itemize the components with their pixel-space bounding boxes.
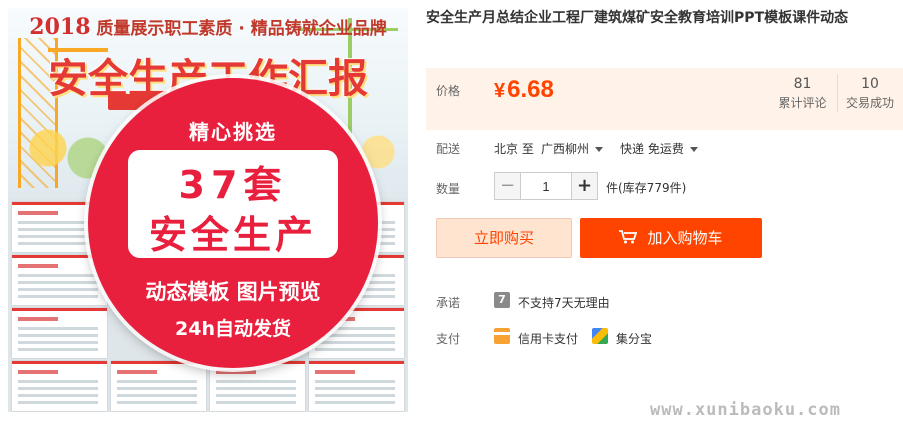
badge-top-text: 精心挑选 xyxy=(189,120,277,144)
slide-thumbnail xyxy=(111,361,206,411)
reviews-stat[interactable]: 81 累计评论 xyxy=(768,74,838,112)
chevron-down-icon xyxy=(595,147,604,152)
badge-pill: 37套 安全生产 xyxy=(128,150,338,258)
credit-card-payment[interactable]: 信用卡支付 xyxy=(518,330,578,347)
buy-now-button[interactable]: 立即购买 xyxy=(436,218,572,258)
quantity-label: 数量 xyxy=(436,182,461,196)
shipping-label: 配送 xyxy=(436,142,461,156)
payment-label: 支付 xyxy=(436,332,461,346)
promise-text[interactable]: 不支持7天无理由 xyxy=(518,294,610,311)
quantity-stepper: − + xyxy=(494,172,598,200)
add-to-cart-label: 加入购物车 xyxy=(647,229,723,247)
badge-pill-line2: 安全生产 xyxy=(148,213,317,257)
badge-line3: 动态模板 图片预览 xyxy=(145,280,321,304)
price-value: ¥6.68 xyxy=(494,76,554,104)
slide-thumbnail xyxy=(309,361,404,411)
jifenbao-icon xyxy=(592,328,608,344)
ship-to-select[interactable]: 广西柳州 xyxy=(541,140,604,157)
sales-count: 10 xyxy=(861,76,879,92)
image-headline-small: 2018 质量展示职工素质 · 精品铸就企业品牌 xyxy=(8,14,408,40)
ship-to-value: 广西柳州 xyxy=(541,142,590,156)
sales-label: 交易成功 xyxy=(845,96,894,110)
currency-symbol: ¥ xyxy=(494,80,506,102)
price-panel: 价格 ¥6.68 81 累计评论 10 交易成功 xyxy=(426,68,903,130)
sales-stat: 10 交易成功 xyxy=(840,74,900,112)
quantity-input[interactable] xyxy=(521,173,571,199)
reviews-label: 累计评论 xyxy=(778,96,827,110)
promise-label: 承诺 xyxy=(436,296,461,310)
reviews-count: 81 xyxy=(793,76,812,92)
add-to-cart-button[interactable]: 加入购物车 xyxy=(580,218,762,258)
product-details: 安全生产月总结企业工程厂建筑煤矿安全教育培训PPT模板课件动态 价格 ¥6.68… xyxy=(426,8,903,346)
price-label: 价格 xyxy=(436,84,461,98)
price-amount: 6.68 xyxy=(507,76,554,103)
stock-text: 件(库存779件) xyxy=(606,181,687,195)
product-main-image[interactable]: 2018 质量展示职工素质 · 精品铸就企业品牌 安全生产工作汇报 此模板可用于… xyxy=(8,8,408,412)
ship-method-value: 快递 免运费 xyxy=(620,142,684,156)
seven-day-icon: 7 xyxy=(494,292,510,308)
product-title: 安全生产月总结企业工程厂建筑煤矿安全教育培训PPT模板课件动态 xyxy=(426,10,849,26)
slide-thumbnail xyxy=(12,361,107,411)
shipping-row: 配送 北京 至 广西柳州 快递 免运费 xyxy=(426,132,903,162)
payment-row: 支付 信用卡支付 集分宝 xyxy=(426,322,903,352)
ship-from: 北京 至 xyxy=(494,142,534,156)
credit-card-icon xyxy=(494,328,510,344)
slide-thumbnail xyxy=(210,361,305,411)
jifenbao-payment[interactable]: 集分宝 xyxy=(616,330,652,347)
ship-method-select[interactable]: 快递 免运费 xyxy=(620,140,698,157)
promo-badge: 精心挑选 37套 安全生产 动态模板 图片预览 24h自动发货 xyxy=(88,78,378,368)
image-headline-year: 2018 xyxy=(29,14,91,40)
quantity-row: 数量 − + 件(库存779件) xyxy=(426,172,903,202)
promise-row: 承诺 7 不支持7天无理由 xyxy=(426,286,903,316)
badge-line4: 24h自动发货 xyxy=(175,318,291,340)
badge-pill-line1: 37套 xyxy=(178,163,288,207)
chevron-down-icon xyxy=(689,147,698,152)
quantity-decrease-button[interactable]: − xyxy=(495,173,521,199)
cart-icon xyxy=(619,230,638,244)
watermark: www.xunibaoku.com xyxy=(650,400,841,420)
image-headline-slogan: 质量展示职工素质 · 精品铸就企业品牌 xyxy=(96,19,387,39)
quantity-increase-button[interactable]: + xyxy=(571,173,597,199)
